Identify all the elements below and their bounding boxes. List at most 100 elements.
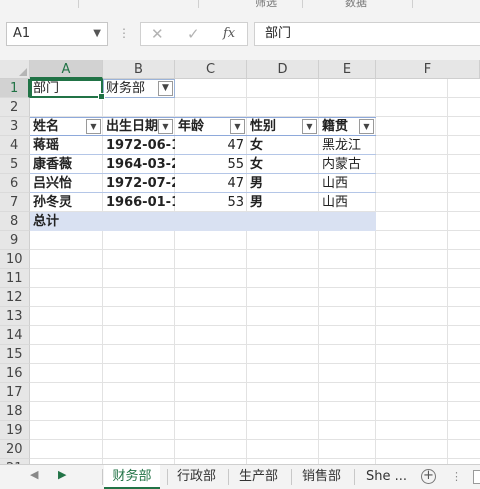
ribbon-divider (198, 0, 199, 8)
name-box[interactable]: A1 ▼ (6, 22, 108, 46)
formula-input[interactable]: 部门 (254, 22, 480, 46)
row-header[interactable]: 20 (0, 440, 30, 459)
row-header[interactable]: 3 (0, 117, 30, 136)
gridline (30, 249, 480, 250)
row-header[interactable]: 10 (0, 250, 30, 269)
row-header[interactable]: 13 (0, 307, 30, 326)
pivot-cell-gender[interactable]: 男 (247, 193, 319, 212)
pivot-header-origin[interactable]: 籍贯 (319, 117, 359, 136)
column-header-b[interactable]: B (103, 60, 175, 79)
pivot-cell-gender[interactable]: 男 (247, 174, 319, 193)
gridline (447, 79, 448, 464)
chevron-down-icon[interactable]: ▼ (230, 119, 245, 134)
pivot-cell-age[interactable]: 53 (175, 193, 247, 212)
gridline (30, 306, 480, 307)
pivot-cell-name[interactable]: 孙冬灵 (30, 193, 103, 212)
formula-controls: ✕ ✓ fx (140, 22, 248, 46)
active-cell-selection (30, 79, 105, 100)
column-header-d[interactable]: D (247, 60, 319, 79)
row-header[interactable]: 18 (0, 402, 30, 421)
tab-sales[interactable]: 销售部 (300, 465, 343, 489)
pivot-header-birth[interactable]: 出生日期 (103, 117, 159, 136)
pivot-cell-name[interactable]: 吕兴怡 (30, 174, 103, 193)
row-header[interactable]: 17 (0, 383, 30, 402)
pivot-cell-birth[interactable]: 1964-03-2 (103, 155, 175, 174)
row-header[interactable]: 5 (0, 155, 30, 174)
pivot-cell-birth[interactable]: 1972-06-1 (103, 136, 175, 155)
row-header[interactable]: 6 (0, 174, 30, 193)
gridline (30, 439, 480, 440)
worksheet-grid[interactable]: A B C D E F 1 2 3 4 5 6 7 8 9 10 11 12 1… (0, 60, 480, 464)
tab-divider (291, 469, 292, 485)
chevron-down-icon[interactable]: ▼ (359, 119, 374, 134)
pivot-cell-age[interactable]: 55 (175, 155, 247, 174)
gridline (30, 287, 480, 288)
pivot-filter-value: 财务部 (106, 81, 146, 96)
pivot-cell-age[interactable]: 47 (175, 174, 247, 193)
column-header-f[interactable]: F (376, 60, 480, 79)
gridline (30, 420, 480, 421)
select-all-button[interactable] (0, 60, 30, 79)
tab-admin[interactable]: 行政部 (175, 465, 218, 489)
column-header-c[interactable]: C (175, 60, 247, 79)
tab-divider (354, 469, 355, 485)
chevron-right-icon[interactable]: ▶ (58, 468, 66, 481)
tab-divider (167, 469, 168, 485)
pivot-header-age[interactable]: 年龄 (175, 117, 231, 136)
pivot-cell-birth[interactable]: 1966-01-1 (103, 193, 175, 212)
pivot-cell-gender[interactable]: 女 (247, 155, 319, 174)
horizontal-scrollbar[interactable] (473, 470, 480, 484)
row-header[interactable]: 14 (0, 326, 30, 345)
tab-more-sheets[interactable]: She ... (364, 465, 409, 489)
row-header[interactable]: 19 (0, 421, 30, 440)
gridline (30, 382, 480, 383)
drag-handle-icon[interactable]: ⋮ (118, 26, 130, 40)
tab-divider (102, 469, 103, 485)
row-header[interactable]: 12 (0, 288, 30, 307)
column-header-a[interactable]: A (30, 60, 103, 79)
tab-production[interactable]: 生产部 (237, 465, 280, 489)
row-header[interactable]: 9 (0, 231, 30, 250)
pivot-total-label[interactable]: 总计 (30, 212, 103, 231)
row-header[interactable]: 16 (0, 364, 30, 383)
filter-funnel-icon[interactable]: ▼ (158, 81, 173, 96)
pivot-cell-birth[interactable]: 1972-07-2 (103, 174, 175, 193)
pivot-cell-origin[interactable]: 内蒙古 (319, 155, 376, 174)
gridline (30, 344, 480, 345)
row-header[interactable]: 1 (0, 79, 30, 98)
tab-finance[interactable]: 财务部 (104, 465, 160, 489)
cancel-icon[interactable]: ✕ (151, 25, 164, 43)
row-header[interactable]: 8 (0, 212, 30, 231)
chevron-down-icon[interactable]: ▼ (158, 119, 173, 134)
pivot-cell-origin[interactable]: 山西 (319, 193, 376, 212)
gridline (30, 325, 480, 326)
chevron-down-icon[interactable]: ▼ (302, 119, 317, 134)
sheet-tab-bar: ◀ ▶ 财务部 行政部 生产部 销售部 She ... + ⋮ (0, 464, 480, 489)
pivot-cell-gender[interactable]: 女 (247, 136, 319, 155)
chevron-down-icon[interactable]: ▼ (93, 23, 101, 45)
row-header[interactable]: 15 (0, 345, 30, 364)
row-header[interactable]: 2 (0, 98, 30, 117)
row-header[interactable]: 7 (0, 193, 30, 212)
pivot-header-name[interactable]: 姓名 (30, 117, 86, 136)
enter-icon[interactable]: ✓ (187, 25, 200, 43)
row-header[interactable]: 4 (0, 136, 30, 155)
gridline (30, 401, 480, 402)
pivot-cell-name[interactable]: 康香薇 (30, 155, 103, 174)
pivot-header-gender[interactable]: 性别 (247, 117, 303, 136)
add-sheet-icon[interactable]: + (421, 469, 436, 484)
drag-handle-icon[interactable]: ⋮ (451, 470, 462, 483)
pivot-cell-origin[interactable]: 山西 (319, 174, 376, 193)
gridline (30, 363, 480, 364)
chevron-down-icon[interactable]: ▼ (86, 119, 101, 134)
row-header[interactable]: 11 (0, 269, 30, 288)
ribbon-divider (78, 0, 79, 8)
pivot-cell-origin[interactable]: 黑龙江 (319, 136, 376, 155)
insert-function-icon[interactable]: fx (223, 26, 235, 41)
pivot-cell-age[interactable]: 47 (175, 136, 247, 155)
chevron-left-icon[interactable]: ◀ (30, 468, 38, 481)
column-header-e[interactable]: E (319, 60, 376, 79)
pivot-cell-name[interactable]: 蒋瑶 (30, 136, 103, 155)
ribbon-divider (412, 0, 413, 8)
tab-divider (228, 469, 229, 485)
